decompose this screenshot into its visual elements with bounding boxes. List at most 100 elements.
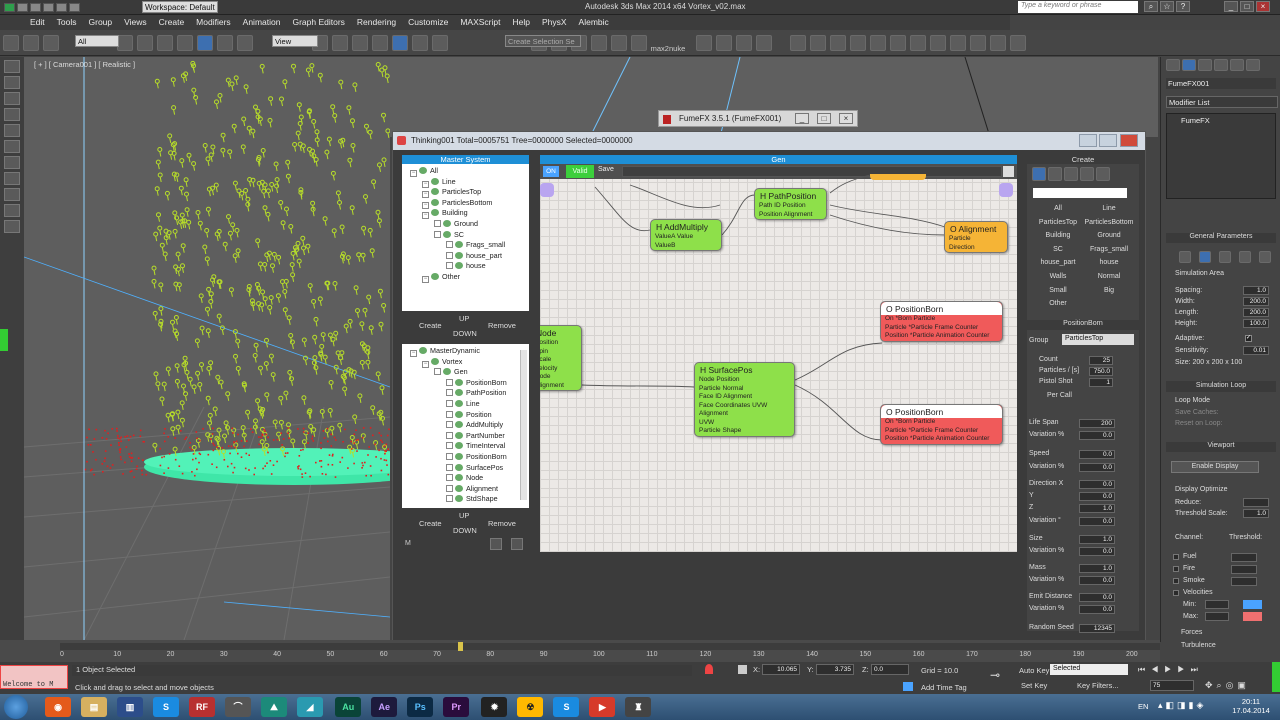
left-tool-3[interactable] [4,92,20,105]
viewport-nav-controls[interactable]: ✥⌕◎▣ [1205,680,1275,692]
viewport-camera[interactable]: [ + ] [ Camera001 ] [ Realistic ] [24,57,390,640]
spacing-field[interactable]: 1.0 [1243,286,1269,295]
menu-customize[interactable]: Customize [402,17,454,27]
left-tool-2[interactable] [4,76,20,89]
close-icon[interactable]: × [1256,1,1270,12]
graph-node-port[interactable]: UVW [695,419,794,428]
object-name-field[interactable]: FumeFX001 [1166,78,1276,89]
absolute-mode-icon[interactable] [738,665,747,674]
turbulence-label[interactable]: Turbulence [1181,642,1216,649]
menu-tools[interactable]: Tools [51,17,83,27]
snap-icon[interactable] [351,35,368,51]
graph-node[interactable]: O Alignment Particle Direction [944,221,1008,253]
forces-label[interactable]: Forces [1181,629,1202,636]
render-setup-icon[interactable] [715,35,732,51]
general-params-header[interactable]: General Parameters [1166,233,1276,243]
param-field[interactable]: 0.0 [1079,480,1115,489]
group-button[interactable]: Ground [1084,232,1134,239]
particles-label[interactable]: Particles / [s] [1039,367,1079,374]
operators-icon[interactable] [1032,167,1046,181]
param-field[interactable]: 0.0 [1079,576,1115,585]
menu-views[interactable]: Views [118,17,153,27]
link-icon[interactable] [3,35,19,51]
graph-node-port[interactable]: On *Born Particle [881,315,1002,324]
graph-node-port[interactable]: Velocity [540,365,581,374]
group-button[interactable]: SC [1033,246,1083,253]
expand-toggle-icon[interactable] [434,368,441,376]
stack-item-fumefx[interactable]: FumeFX [1167,114,1275,127]
material-editor-icon[interactable] [695,35,712,51]
menu-alembic[interactable]: Alembic [573,17,615,27]
minimize-icon[interactable]: _ [1224,1,1238,12]
expand-toggle-icon[interactable] [446,262,453,270]
expand-toggle-icon[interactable] [446,251,453,259]
tree-item[interactable]: − Other [402,272,529,283]
percent-snap-icon[interactable] [391,35,408,51]
menu-edit[interactable]: Edit [0,17,51,27]
magnifier-icon[interactable] [1080,167,1094,181]
expand-toggle-icon[interactable] [446,410,453,418]
graph-node-port[interactable]: Alignment [540,382,581,391]
spinner-snap-icon[interactable] [411,35,428,51]
channel-threshold-field[interactable] [1231,565,1257,574]
tool-icon-5[interactable] [870,35,887,51]
create-tab-icon[interactable] [1166,59,1180,71]
channel-checkbox[interactable] [1173,554,1179,560]
width-field[interactable]: 200.0 [1243,297,1269,306]
new-icon[interactable] [17,3,28,12]
expand-toggle-icon[interactable]: − [422,212,429,220]
notepad-icon[interactable]: ▥ [117,697,143,717]
tray-icons[interactable]: ▴◧◨▮◈ [1158,700,1206,711]
graph-node-port[interactable]: Particle *Particle Frame Counter [881,427,1002,436]
graph-node-port[interactable]: Particle Normal [695,385,794,394]
channel-threshold-field[interactable] [1231,577,1257,586]
tree-item[interactable]: − Building [402,208,529,220]
houdini-icon[interactable]: ⌒ [225,697,251,717]
explorer-icon[interactable]: ▤ [81,697,107,717]
tree-item[interactable]: Gen [402,367,529,378]
md-remove-button[interactable]: Remove [488,519,516,528]
select-icon[interactable] [117,35,134,51]
graph-node[interactable]: O PositionBorn On *Born Particle Particle … [880,404,1003,445]
expand-toggle-icon[interactable] [446,452,453,460]
help-icon[interactable]: ? [1176,1,1190,12]
expand-toggle-icon[interactable] [446,399,453,407]
move-icon[interactable] [197,35,214,51]
param-field[interactable]: 1.0 [1079,564,1115,573]
auto-key-button[interactable]: Auto Key [1019,666,1049,675]
ref-coord-dropdown[interactable]: View [272,35,318,47]
param-field[interactable]: 0.0 [1079,463,1115,472]
region-icon[interactable] [157,35,174,51]
redo-icon[interactable] [69,3,80,12]
tool-icon-7[interactable] [910,35,927,51]
graph-node-port[interactable]: ValueB [651,242,721,251]
cube-icon[interactable] [1096,167,1110,181]
group-button[interactable]: Building [1033,232,1083,239]
pistol-label[interactable]: Pistol Shot [1039,378,1072,385]
tree-item[interactable]: PositionBorn [402,378,529,389]
premiere-icon[interactable]: Pr [443,697,470,717]
left-tool-6[interactable] [4,140,20,153]
height-field[interactable]: 100.0 [1243,319,1269,328]
tool-icon-6[interactable] [890,35,907,51]
param-field[interactable]: 12345 [1079,624,1115,633]
graph-node-port[interactable]: Alignment [695,410,794,419]
ms-down-button[interactable]: DOWN [453,329,477,338]
lock-selection-icon[interactable] [705,664,713,674]
param-field[interactable]: 0.0 [1079,517,1115,526]
add-time-tag[interactable]: Add Time Tag [921,683,967,692]
param-field[interactable]: 0.0 [1079,547,1115,556]
set-key-button[interactable]: Set Key [1021,681,1047,690]
audition-icon[interactable]: Au [335,697,362,717]
ms-remove-button[interactable]: Remove [488,321,516,330]
menu-maxscript[interactable]: MAXScript [454,17,506,27]
group-dropdown[interactable]: ParticlesTop [1062,334,1134,345]
param-field[interactable]: 0.0 [1079,605,1115,614]
window-crossing-icon[interactable] [177,35,194,51]
named-selection-input[interactable]: Create Selection Se [505,35,581,47]
graph-node-port[interactable]: Face Coordinates UVW [695,402,794,411]
tree-item[interactable]: SC [402,230,529,241]
graph-node-port[interactable]: Node [540,373,581,382]
reduce-field[interactable] [1243,498,1269,507]
thinking-close-icon[interactable] [1120,134,1138,147]
